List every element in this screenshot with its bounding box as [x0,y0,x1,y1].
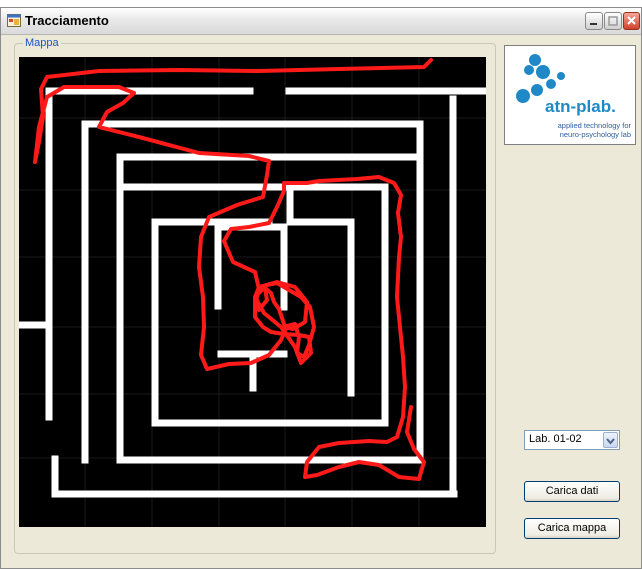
load-data-button[interactable]: Carica dati [524,481,620,502]
maximize-button[interactable] [604,12,622,30]
maximize-icon [608,16,618,26]
map-group-title: Mappa [23,36,61,50]
atn-plab-logo: atn-plab. applied technology for neuro-p… [504,45,636,145]
minimize-icon [590,23,597,25]
window-icon [7,14,21,27]
atn-plab-logo-mark: atn-plab. applied technology for neuro-p… [516,54,632,139]
title-bar[interactable]: Tracciamento [1,8,641,35]
lab-select-dropdown-button[interactable] [603,432,618,448]
chevron-down-icon [606,438,615,445]
window-title: Tracciamento [25,13,109,28]
maze-map [19,57,486,527]
logo-tagline-1: applied technology for [558,121,632,130]
lab-select[interactable]: Lab. 01-02 [524,430,620,450]
close-icon [627,16,636,25]
minimize-button[interactable] [585,12,603,30]
load-map-button[interactable]: Carica mappa [524,518,620,539]
logo-tagline-2: neuro-psychology lab [560,130,631,139]
close-button[interactable] [623,12,640,30]
logo-brand-text: atn-plab. [545,97,616,116]
lab-select-value: Lab. 01-02 [529,433,582,445]
